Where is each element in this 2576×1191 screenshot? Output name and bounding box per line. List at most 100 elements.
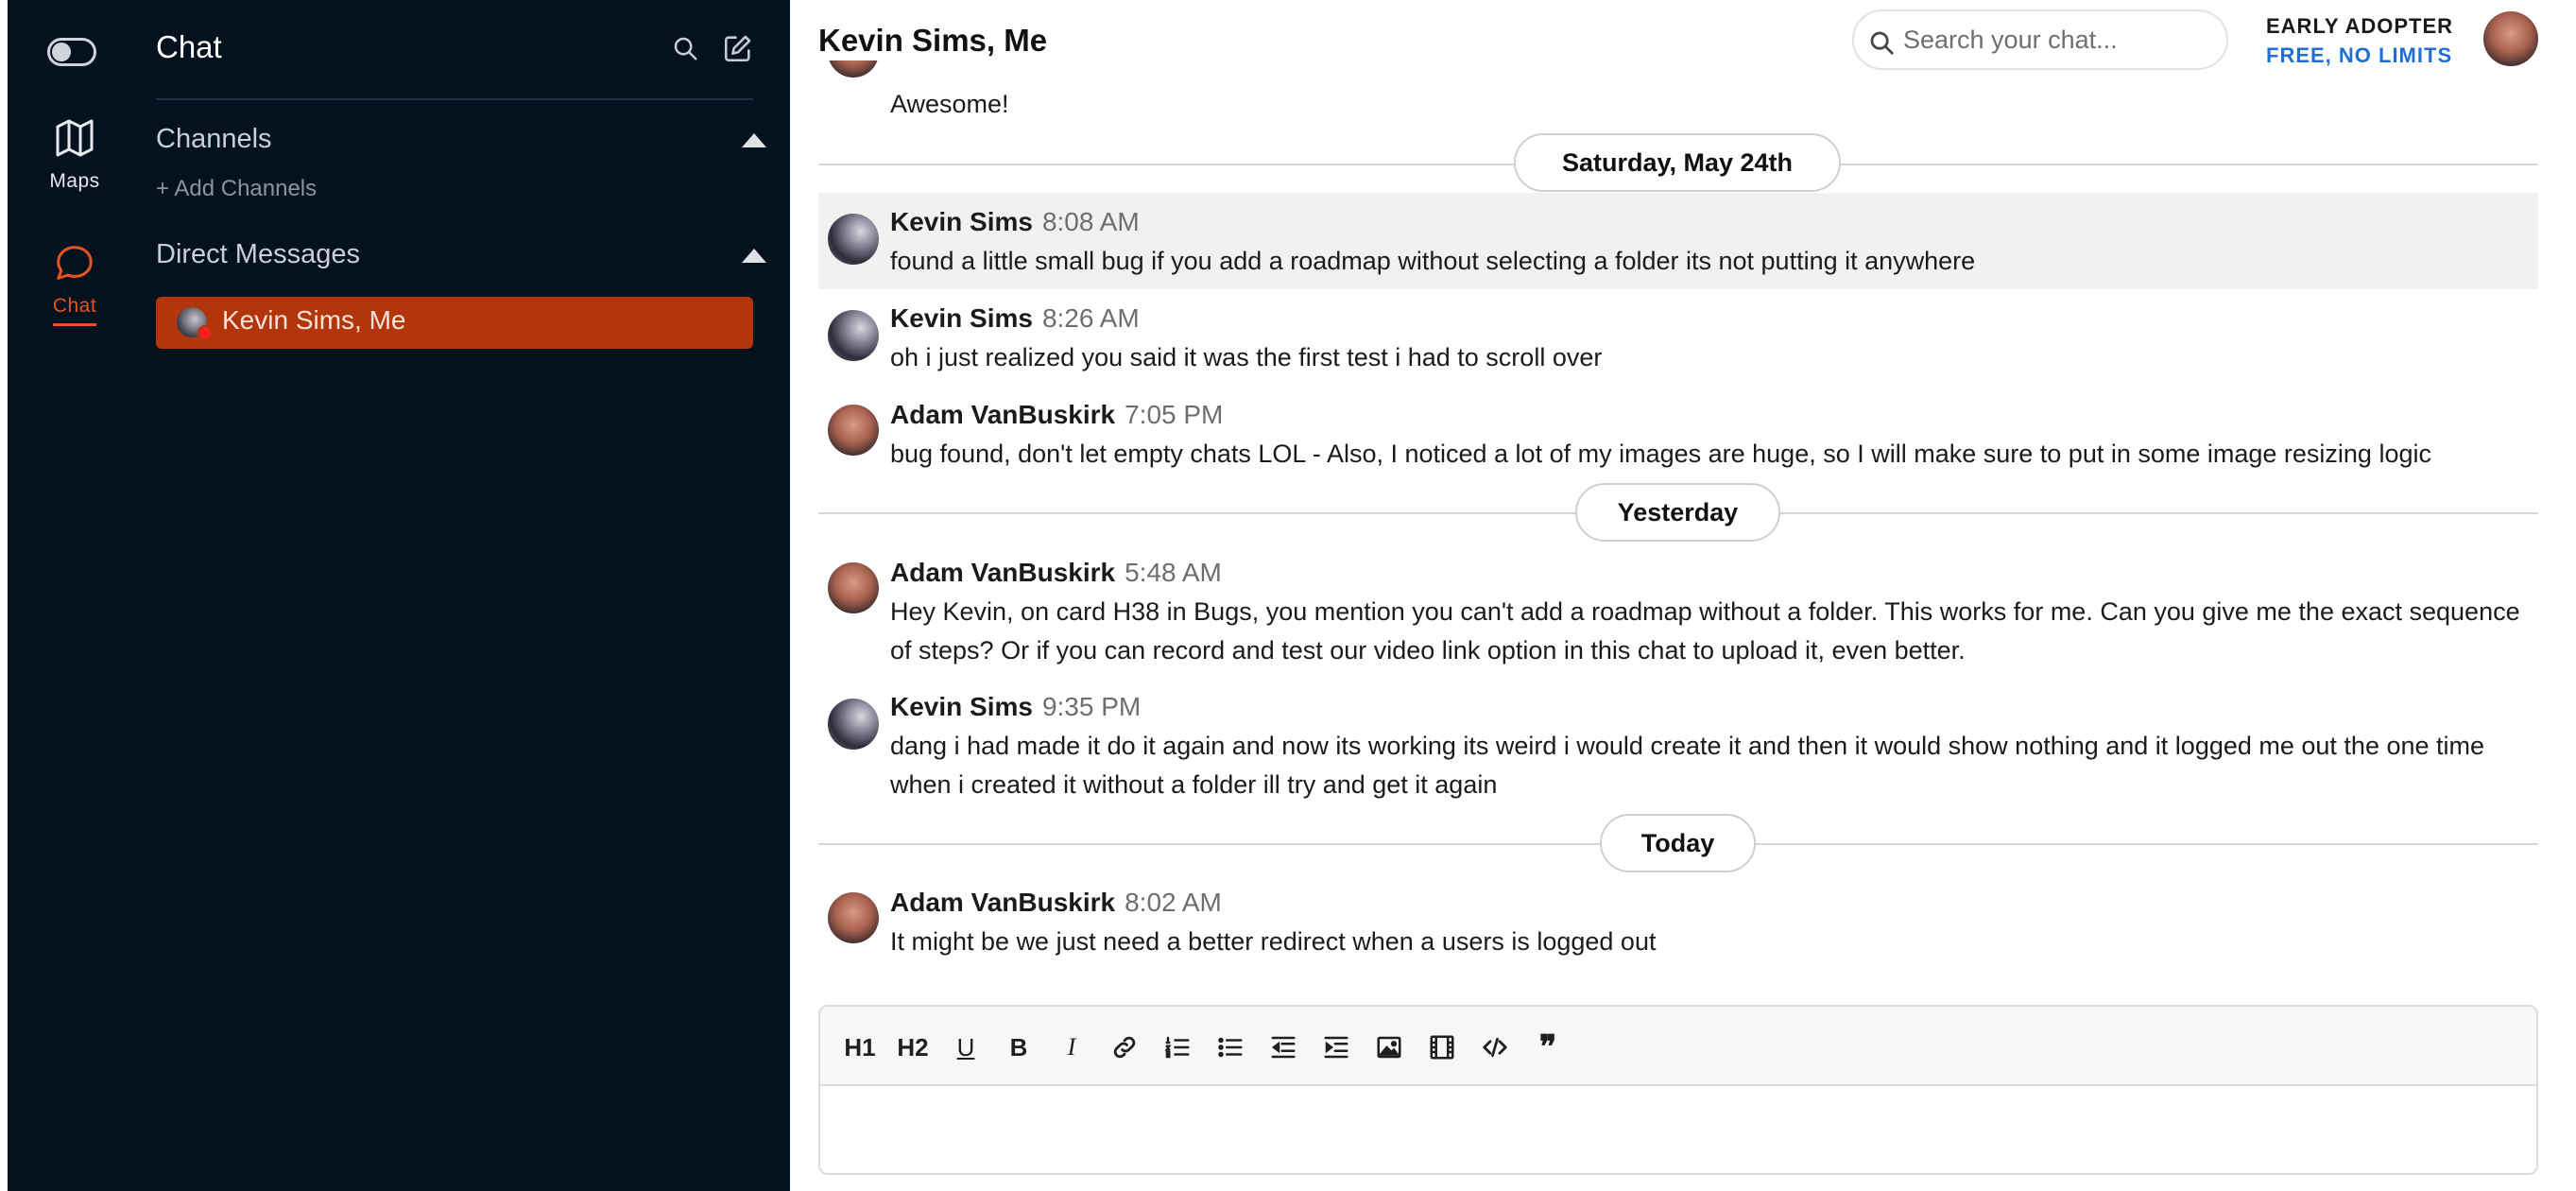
film-icon bbox=[1430, 1035, 1454, 1060]
dm-item-label: Kevin Sims, Me bbox=[222, 305, 406, 335]
link-button[interactable] bbox=[1106, 1028, 1143, 1066]
unread-dot-icon bbox=[197, 325, 213, 340]
avatar bbox=[828, 60, 879, 78]
heading1-button[interactable]: H1 bbox=[841, 1028, 879, 1066]
editor-toolbar: H1 H2 U B I ❞ bbox=[820, 1007, 2536, 1086]
window-edge bbox=[0, 0, 8, 1191]
underline-button[interactable]: U bbox=[947, 1028, 985, 1066]
message-input[interactable] bbox=[820, 1088, 2536, 1173]
message: Kevin Sims 8:08 AM found a little small b… bbox=[818, 193, 2538, 289]
link-icon bbox=[1113, 1036, 1136, 1059]
search-input[interactable] bbox=[1901, 21, 2213, 59]
message-text: found a little small bug if you add a ro… bbox=[890, 247, 1976, 275]
outdent-icon bbox=[1271, 1036, 1296, 1059]
bullet-list-button[interactable] bbox=[1211, 1028, 1249, 1066]
indent-button[interactable] bbox=[1317, 1028, 1355, 1066]
heading2-icon: H2 bbox=[897, 1033, 929, 1062]
message-author: Adam VanBuskirk 5:48 AM bbox=[890, 558, 1222, 588]
message-text: Hey Kevin, on card H38 in Bugs, you ment… bbox=[890, 597, 2520, 665]
message: Adam VanBuskirk 7:05 PM bug found, don't … bbox=[818, 386, 2538, 482]
sidebar-divider bbox=[156, 98, 753, 100]
ordered-list-icon bbox=[1164, 1036, 1190, 1059]
rail-item-maps-label: Maps bbox=[49, 170, 100, 192]
channels-collapse-caret-icon[interactable] bbox=[742, 133, 766, 147]
search-icon bbox=[674, 37, 697, 60]
message-author: Kevin Sims 8:26 AM bbox=[890, 303, 1140, 334]
new-message-button[interactable] bbox=[722, 32, 754, 69]
author-name: Kevin Sims bbox=[890, 207, 1033, 236]
heading2-button[interactable]: H2 bbox=[894, 1028, 932, 1066]
avatar bbox=[828, 310, 879, 361]
message-time: 8:02 AM bbox=[1125, 888, 1222, 917]
direct-messages-collapse-caret-icon[interactable] bbox=[742, 249, 766, 263]
indent-icon bbox=[1324, 1036, 1348, 1059]
message-text: dang i had made it do it again and now i… bbox=[890, 732, 2485, 799]
message-time: 8:08 AM bbox=[1041, 207, 1140, 236]
message-text: It might be we just need a better redire… bbox=[890, 927, 1657, 956]
message: Adam VanBuskirk 8:02 AM It might be we ju… bbox=[818, 873, 2538, 970]
message-time: 9:35 PM bbox=[1041, 692, 1142, 721]
image-button[interactable] bbox=[1370, 1028, 1408, 1066]
code-icon bbox=[1483, 1037, 1507, 1058]
heading1-icon: H1 bbox=[844, 1033, 876, 1062]
outdent-button[interactable] bbox=[1264, 1028, 1302, 1066]
message-text: oh i just realized you said it was the f… bbox=[890, 343, 1603, 371]
message-text-partial: Awesome! bbox=[890, 90, 1009, 118]
search-icon bbox=[1870, 31, 1894, 55]
avatar bbox=[828, 562, 879, 613]
message: Kevin Sims 9:35 PM dang i had made it do … bbox=[818, 678, 2538, 812]
chat-bubble-icon bbox=[57, 246, 93, 280]
ordered-list-button[interactable] bbox=[1159, 1028, 1196, 1066]
rail-item-maps[interactable]: Maps bbox=[8, 115, 142, 193]
sidebar-search-button[interactable] bbox=[671, 34, 699, 67]
video-button[interactable] bbox=[1423, 1028, 1461, 1066]
channels-section-header[interactable]: Channels bbox=[156, 124, 272, 155]
date-divider: Yesterday bbox=[1575, 483, 1780, 542]
message-author: Adam VanBuskirk 7:05 PM bbox=[890, 400, 1223, 430]
date-divider: Saturday, May 24th bbox=[1514, 133, 1841, 192]
theme-toggle[interactable] bbox=[47, 38, 96, 66]
bullet-list-icon bbox=[1218, 1037, 1243, 1058]
sidebar-title: Chat bbox=[156, 29, 222, 64]
avatar bbox=[828, 892, 879, 943]
image-icon bbox=[1377, 1036, 1401, 1059]
direct-messages-section-header[interactable]: Direct Messages bbox=[156, 239, 360, 270]
italic-button[interactable]: I bbox=[1053, 1028, 1091, 1066]
message-time: 7:05 PM bbox=[1125, 400, 1224, 429]
conversation-title: Kevin Sims, Me bbox=[818, 23, 1048, 58]
message-time: 8:26 AM bbox=[1041, 303, 1140, 333]
rail-item-chat-label: Chat bbox=[52, 295, 97, 326]
date-divider: Today bbox=[1600, 814, 1756, 872]
map-icon bbox=[56, 119, 94, 157]
compose-icon bbox=[724, 35, 751, 62]
author-name: Kevin Sims bbox=[890, 692, 1033, 721]
message: Adam VanBuskirk 5:48 AM Hey Kevin, on car… bbox=[818, 544, 2538, 678]
message: Kevin Sims 8:26 AM oh i just realized you… bbox=[818, 289, 2538, 386]
author-name: Adam VanBuskirk bbox=[890, 888, 1116, 917]
dm-item-kevin-sims-me[interactable]: Kevin Sims, Me bbox=[156, 297, 753, 349]
bold-icon: B bbox=[1009, 1033, 1028, 1062]
quote-icon: ❞ bbox=[1538, 1029, 1557, 1065]
quote-button[interactable]: ❞ bbox=[1529, 1028, 1567, 1066]
author-name: Kevin Sims bbox=[890, 303, 1033, 333]
message-text: bug found, don't let empty chats LOL - A… bbox=[890, 440, 2431, 468]
add-channels-link[interactable]: + Add Channels bbox=[156, 176, 317, 202]
message-author: Kevin Sims 9:35 PM bbox=[890, 692, 1141, 722]
message-time: 5:48 AM bbox=[1125, 558, 1222, 587]
rail-item-chat[interactable]: Chat bbox=[8, 242, 142, 326]
message-editor: H1 H2 U B I ❞ bbox=[818, 1005, 2538, 1175]
code-button[interactable] bbox=[1476, 1028, 1514, 1066]
avatar bbox=[828, 214, 879, 265]
toggle-knob bbox=[52, 43, 71, 61]
avatar bbox=[828, 699, 879, 750]
message-author: Kevin Sims 8:08 AM bbox=[890, 207, 1140, 237]
plan-label: EARLY ADOPTER bbox=[2266, 14, 2454, 38]
avatar bbox=[828, 405, 879, 456]
message-author: Adam VanBuskirk 8:02 AM bbox=[890, 888, 1222, 918]
user-avatar[interactable] bbox=[2483, 11, 2538, 66]
bold-button[interactable]: B bbox=[1000, 1028, 1038, 1066]
underline-icon: U bbox=[956, 1033, 975, 1062]
italic-icon: I bbox=[1067, 1033, 1076, 1061]
author-name: Adam VanBuskirk bbox=[890, 400, 1116, 429]
author-name: Adam VanBuskirk bbox=[890, 558, 1116, 587]
